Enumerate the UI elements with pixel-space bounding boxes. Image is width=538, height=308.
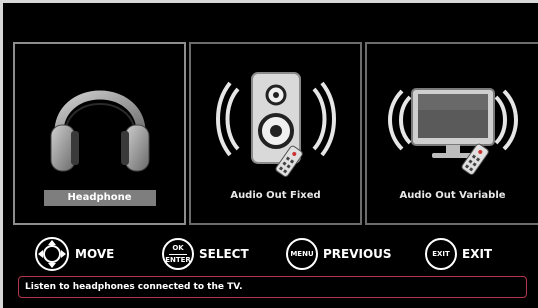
- option-audio-out-variable[interactable]: Audio Out Variable: [365, 42, 538, 225]
- hint-move: MOVE: [34, 234, 114, 274]
- status-description: Listen to headphones connected to the TV…: [18, 276, 527, 298]
- speaker-remote-icon: [191, 54, 360, 184]
- hint-select: OK ENTER SELECT: [162, 234, 249, 274]
- tv-remote-icon: [367, 54, 538, 184]
- hint-previous: MENU PREVIOUS: [286, 234, 392, 274]
- option-headphone[interactable]: Headphone: [13, 42, 186, 225]
- remote-key-hints: MOVE OK ENTER SELECT MENU PREVIOUS EXIT …: [18, 234, 528, 274]
- hint-select-label: SELECT: [199, 247, 249, 261]
- option-audio-out-variable-label: Audio Out Variable: [399, 190, 506, 201]
- enter-key-text: ENTER: [165, 255, 191, 264]
- ok-enter-key-icon: OK ENTER: [162, 238, 194, 270]
- option-headphone-label: Headphone: [43, 190, 156, 206]
- dpad-icon: [35, 237, 69, 271]
- hint-previous-label: PREVIOUS: [323, 247, 392, 261]
- option-audio-out-fixed[interactable]: Audio Out Fixed: [189, 42, 362, 225]
- audio-output-options: Headphone Audio Out Fixed Audio Out Vari…: [13, 42, 538, 225]
- hint-move-label: MOVE: [75, 247, 115, 261]
- exit-key-icon: EXIT: [425, 238, 457, 270]
- ok-key-text: OK: [172, 243, 184, 252]
- headphone-icon: [15, 54, 184, 184]
- status-text: Listen to headphones connected to the TV…: [25, 282, 243, 292]
- hint-exit: EXIT EXIT: [425, 234, 492, 274]
- hint-exit-label: EXIT: [462, 247, 493, 261]
- option-audio-out-fixed-label: Audio Out Fixed: [230, 190, 321, 201]
- menu-key-icon: MENU: [286, 238, 318, 270]
